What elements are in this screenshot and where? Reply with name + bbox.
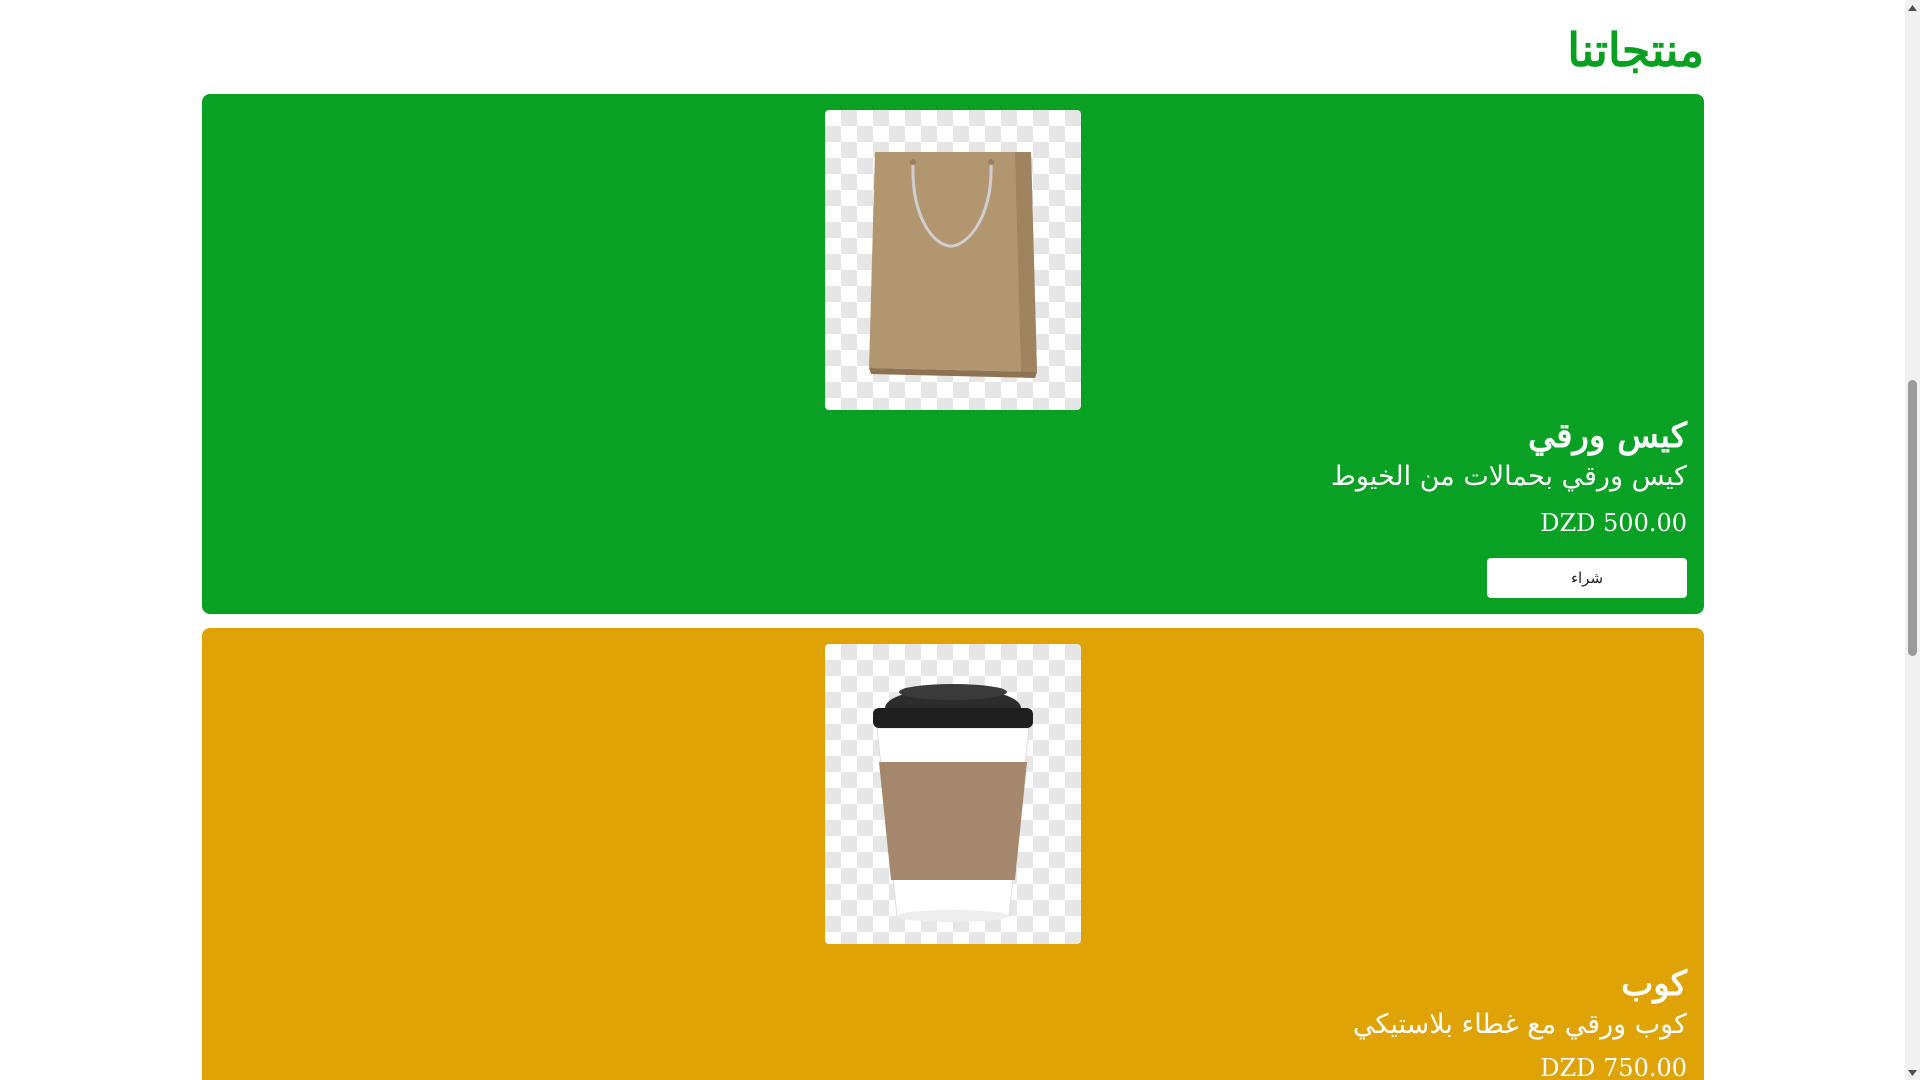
page-title: منتجاتنا — [1567, 23, 1704, 77]
product-description: كوب ورقي مع غطاء بلاستيكي — [1352, 1009, 1687, 1040]
product-description: كيس ورقي بحمالات من الخيوط — [1330, 461, 1687, 492]
product-title: كوب — [1621, 964, 1687, 1004]
products-section: منتجاتنا كيس ورقي كيس ورقي بحمالات من ال… — [202, 0, 1704, 1080]
product-card: كيس ورقي كيس ورقي بحمالات من الخيوط DZD … — [202, 94, 1704, 614]
scroll-down-arrow-icon[interactable] — [1905, 1065, 1920, 1080]
product-image — [825, 110, 1081, 410]
product-card: كوب كوب ورقي مع غطاء بلاستيكي DZD 750.00 — [202, 628, 1704, 1080]
product-image — [825, 644, 1081, 944]
page: منتجاتنا كيس ورقي كيس ورقي بحمالات من ال… — [0, 0, 1920, 1080]
scrollbar-thumb[interactable] — [1908, 380, 1917, 656]
vertical-scrollbar[interactable] — [1905, 0, 1920, 1080]
buy-button[interactable]: شراء — [1487, 558, 1687, 598]
scroll-up-arrow-icon[interactable] — [1905, 0, 1920, 15]
paper-bag-icon — [869, 152, 1037, 378]
product-title: كيس ورقي — [1527, 416, 1687, 456]
product-price: DZD 500.00 — [1540, 509, 1687, 537]
coffee-cup-icon — [873, 684, 1033, 922]
product-price: DZD 750.00 — [1540, 1054, 1687, 1080]
